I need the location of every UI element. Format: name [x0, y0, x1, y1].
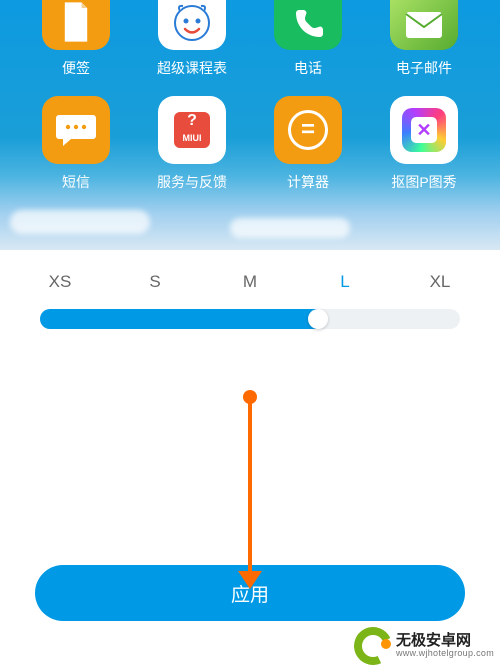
app-label: 电子邮件 [396, 58, 452, 78]
app-label: 电话 [294, 58, 322, 78]
size-options: XS S M L XL [40, 272, 460, 292]
app-sms[interactable]: 短信 [18, 96, 134, 192]
size-xs[interactable]: XS [40, 272, 80, 292]
app-course[interactable]: 超级课程表 [134, 0, 250, 78]
app-label: 超级课程表 [157, 58, 227, 78]
course-icon [158, 0, 226, 50]
app-label: 便签 [62, 58, 90, 78]
slider-thumb[interactable] [308, 309, 328, 329]
app-label: 计算器 [287, 172, 329, 192]
mail-icon [390, 0, 458, 50]
app-label: 抠图P图秀 [391, 172, 456, 192]
pix-icon: ✕ [390, 96, 458, 164]
app-note[interactable]: 便签 [18, 0, 134, 78]
home-screen-area: 便签 超级课程表 电话 电子邮件 短信 [0, 0, 500, 250]
note-icon [42, 0, 110, 50]
miui-badge-text: MIUI [183, 133, 202, 143]
watermark-logo-icon [354, 627, 392, 665]
watermark-title: 无极安卓网 [396, 633, 494, 650]
app-miui-feedback[interactable]: MIUI 服务与反馈 [134, 96, 250, 192]
size-xl[interactable]: XL [420, 272, 460, 292]
slider-fill [40, 309, 326, 329]
calculator-icon: = [274, 96, 342, 164]
watermark: 无极安卓网 www.wjhotelgroup.com [354, 627, 494, 665]
app-phone[interactable]: 电话 [250, 0, 366, 78]
app-calculator[interactable]: = 计算器 [250, 96, 366, 192]
miui-icon: MIUI [158, 96, 226, 164]
app-label: 短信 [62, 172, 90, 192]
watermark-url: www.wjhotelgroup.com [396, 649, 494, 659]
annotation-arrow [248, 395, 252, 575]
size-slider[interactable] [40, 308, 460, 330]
app-label: 服务与反馈 [157, 172, 227, 192]
app-mail[interactable]: 电子邮件 [366, 0, 482, 78]
phone-icon [274, 0, 342, 50]
size-l[interactable]: L [325, 272, 365, 292]
size-s[interactable]: S [135, 272, 175, 292]
app-grid: 便签 超级课程表 电话 电子邮件 短信 [18, 0, 482, 192]
cloud-deco [10, 210, 150, 234]
sms-icon [42, 96, 110, 164]
cloud-deco [230, 218, 350, 238]
size-m[interactable]: M [230, 272, 270, 292]
app-pix[interactable]: ✕ 抠图P图秀 [366, 96, 482, 192]
